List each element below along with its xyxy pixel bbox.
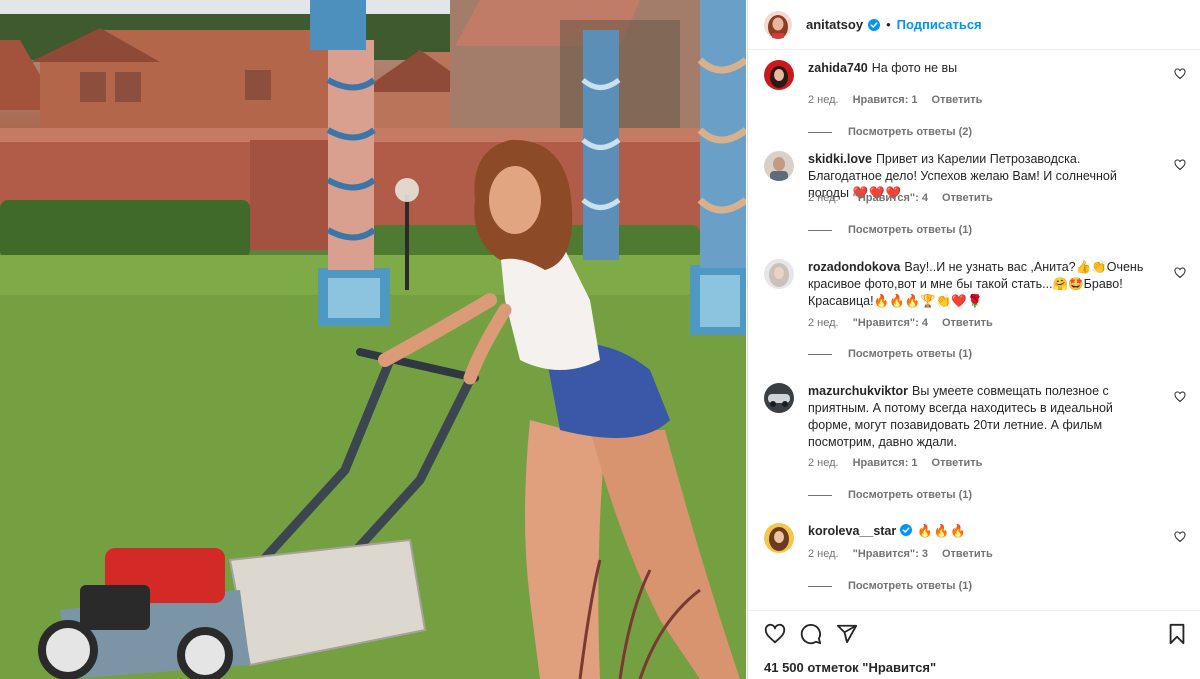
commenter-avatar[interactable] <box>764 383 794 413</box>
comment-text: koroleva__star 🔥🔥🔥 <box>808 523 1156 540</box>
heart-icon[interactable] <box>764 623 786 645</box>
replies-divider <box>808 353 832 355</box>
commenter-avatar[interactable] <box>764 151 794 181</box>
comment-meta: 2 нед. "Нравится": 3 Ответить <box>808 548 1007 560</box>
comment-likes[interactable]: "Нравится": 3 <box>853 548 928 560</box>
comment-icon[interactable] <box>800 623 822 645</box>
commenter-username[interactable]: skidki.love <box>808 152 872 166</box>
comment-item: skidki.love Привет из Карелии Петрозаводс… <box>764 151 1190 241</box>
reply-button[interactable]: Ответить <box>932 94 983 106</box>
commenter-username[interactable]: zahida740 <box>808 61 868 75</box>
post-sidebar: anitatsoy • Подписаться zahida740 На фото… <box>747 0 1200 679</box>
comment-item: rozadondokova Вау!..И не узнать вас ,Анит… <box>764 259 1190 374</box>
comment-item: zahida740 На фото не вы 2 нед. Нравится: 1… <box>764 60 1190 140</box>
comment-body: На фото не вы <box>871 61 958 75</box>
view-replies-button[interactable]: Посмотреть ответы (1) <box>808 348 972 360</box>
share-icon[interactable] <box>836 623 858 645</box>
reply-button[interactable]: Ответить <box>942 548 993 560</box>
post-footer: 41 500 отметок "Нравится" <box>748 610 1200 679</box>
view-replies-button[interactable]: Посмотреть ответы (1) <box>808 580 972 592</box>
comments-list: zahida740 На фото не вы 2 нед. Нравится: 1… <box>748 50 1200 610</box>
author-avatar[interactable] <box>764 10 792 39</box>
header-separator: • <box>886 17 891 32</box>
follow-button[interactable]: Подписаться <box>897 17 982 32</box>
view-replies-label: Посмотреть ответы (1) <box>848 224 973 236</box>
action-bar <box>764 623 858 645</box>
commenter-avatar[interactable] <box>764 523 794 553</box>
comment-item: mazurchukviktor Вы умеете совмещать полез… <box>764 383 1190 503</box>
reply-button[interactable]: Ответить <box>932 457 983 469</box>
view-replies-label: Посмотреть ответы (1) <box>848 489 973 501</box>
verified-badge-icon <box>900 524 913 536</box>
commenter-username[interactable]: rozadondokova <box>808 260 900 274</box>
comment-time[interactable]: 2 нед. <box>808 192 839 204</box>
comment-meta: 2 нед. Нравится: 1 Ответить <box>808 94 996 106</box>
replies-divider <box>808 494 832 496</box>
commenter-avatar[interactable] <box>764 60 794 90</box>
view-replies-label: Посмотреть ответы (1) <box>848 580 973 592</box>
comment-likes[interactable]: "Нравится": 4 <box>853 192 928 204</box>
comment-time[interactable]: 2 нед. <box>808 317 839 329</box>
comment-like-icon[interactable] <box>1174 68 1186 80</box>
comment-text: zahida740 На фото не вы <box>808 60 1156 77</box>
view-replies-button[interactable]: Посмотреть ответы (1) <box>808 489 972 501</box>
commenter-username[interactable]: koroleva__star <box>808 524 896 538</box>
comment-likes[interactable]: Нравится: 1 <box>853 94 918 106</box>
likes-count[interactable]: 41 500 отметок "Нравится" <box>764 660 936 675</box>
comment-item: koroleva__star 🔥🔥🔥 2 нед. "Нравится": 3 Отв… <box>764 523 1190 603</box>
commenter-username[interactable]: mazurchukviktor <box>808 384 908 398</box>
author-username[interactable]: anitatsoy <box>806 17 863 32</box>
comment-meta: 2 нед. "Нравится": 4 Ответить <box>808 317 1007 329</box>
replies-divider <box>808 131 832 133</box>
reply-button[interactable]: Ответить <box>942 192 993 204</box>
comment-meta: 2 нед. "Нравится": 4 Ответить <box>808 192 1007 204</box>
view-replies-label: Посмотреть ответы (2) <box>848 126 973 138</box>
comment-time[interactable]: 2 нед. <box>808 548 839 560</box>
commenter-avatar[interactable] <box>764 259 794 289</box>
comment-like-icon[interactable] <box>1174 159 1186 171</box>
comment-emoji: 🔥🔥🔥 <box>917 524 967 538</box>
comment-like-icon[interactable] <box>1174 391 1186 403</box>
post-photo-illustration <box>0 0 746 679</box>
view-replies-label: Посмотреть ответы (1) <box>848 348 973 360</box>
replies-divider <box>808 229 832 231</box>
verified-badge-icon <box>868 18 881 31</box>
comment-likes[interactable]: "Нравится": 4 <box>853 317 928 329</box>
comment-like-icon[interactable] <box>1174 531 1186 543</box>
bookmark-icon[interactable] <box>1166 623 1188 645</box>
comment-text: mazurchukviktor Вы умеете совмещать полез… <box>808 383 1156 451</box>
comment-meta: 2 нед. Нравится: 1 Ответить <box>808 457 996 469</box>
post-header: anitatsoy • Подписаться <box>748 0 1200 50</box>
view-replies-button[interactable]: Посмотреть ответы (2) <box>808 126 972 138</box>
view-replies-button[interactable]: Посмотреть ответы (1) <box>808 224 972 236</box>
comment-time[interactable]: 2 нед. <box>808 457 839 469</box>
post-photo[interactable] <box>0 0 746 679</box>
comment-text: rozadondokova Вау!..И не узнать вас ,Анит… <box>808 259 1156 310</box>
comment-time[interactable]: 2 нед. <box>808 94 839 106</box>
replies-divider <box>808 585 832 587</box>
reply-button[interactable]: Ответить <box>942 317 993 329</box>
comment-like-icon[interactable] <box>1174 267 1186 279</box>
comment-likes[interactable]: Нравится: 1 <box>853 457 918 469</box>
save-button[interactable] <box>1166 623 1188 645</box>
